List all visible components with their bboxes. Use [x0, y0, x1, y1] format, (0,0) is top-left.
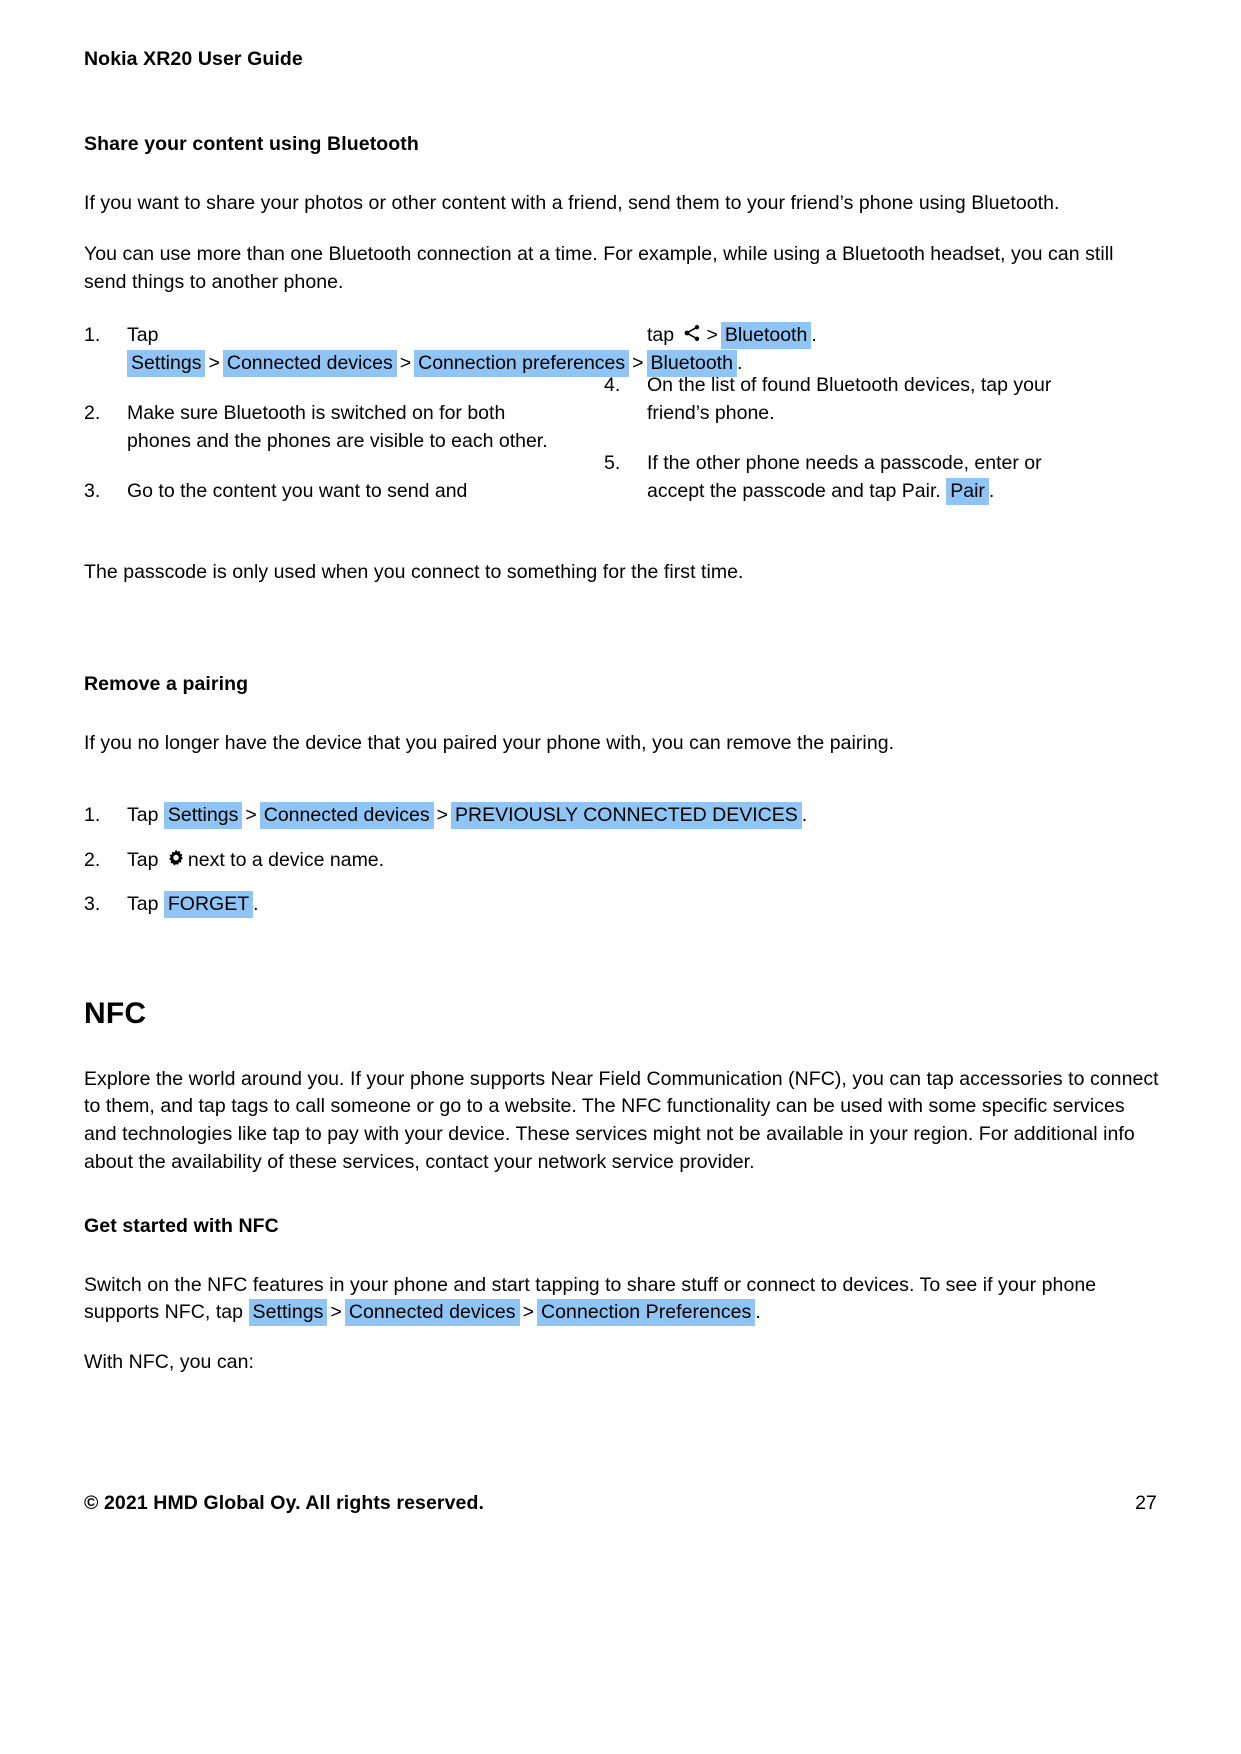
- step-item: 3. Go to the content you want to send and: [84, 477, 554, 505]
- step-number: 2.: [84, 401, 101, 424]
- step-text: next to a device name.: [187, 848, 385, 871]
- ui-chip-settings[interactable]: Settings: [248, 1299, 328, 1327]
- path-separator: >: [399, 351, 412, 374]
- heading-get-started-nfc: Get started with NFC: [84, 1215, 279, 1238]
- step-number: 4.: [604, 373, 621, 396]
- step-suffix: .: [801, 804, 808, 827]
- path-separator: >: [330, 1301, 342, 1324]
- continuation-prefix: tap: [647, 323, 675, 346]
- step-number: 1.: [84, 804, 101, 827]
- paragraph-share-intro-2: You can use more than one Bluetooth conn…: [84, 243, 1114, 294]
- steps-column-right: tap > Bluetooth. 4. On the list of found B…: [604, 321, 1094, 527]
- steps-column-left: 1. Tap Settings > Connected devices > Connect…: [84, 321, 742, 527]
- bluetooth-steps-list-left: 1. Tap Settings > Connected devices > Connect…: [84, 321, 742, 505]
- paragraph-remove-pairing-intro: If you no longer have the device that yo…: [84, 731, 895, 754]
- paragraph-share-intro-1: If you want to share your photos or othe…: [84, 191, 1060, 214]
- step-suffix: .: [988, 480, 995, 503]
- bluetooth-steps-columns: 1. Tap Settings > Connected devices > Connect…: [84, 321, 1094, 551]
- heading-share-bluetooth: Share your content using Bluetooth: [84, 133, 419, 156]
- step-item: 1. Tap Settings > Connected devices > Connect…: [84, 321, 742, 377]
- step-item: 4. On the list of found Bluetooth devices…: [604, 371, 1094, 427]
- ui-chip-connected-devices[interactable]: Connected devices: [344, 1299, 520, 1327]
- step-item: 2. Make sure Bluetooth is switched on for…: [84, 399, 554, 455]
- step-prefix: Tap: [127, 323, 159, 346]
- paragraph-nfc-body: Explore the world around you. If your ph…: [84, 1067, 1159, 1173]
- paragraph-nfc-closing: With NFC, you can:: [84, 1351, 254, 1374]
- paragraph-passcode-note: The passcode is only used when you conne…: [84, 560, 744, 583]
- path-separator: >: [706, 323, 718, 346]
- ui-chip-connected-devices[interactable]: Connected devices: [259, 802, 434, 830]
- gear-icon[interactable]: [166, 848, 186, 868]
- ui-chip-forget[interactable]: FORGET: [163, 890, 254, 918]
- ui-chip-connection-preferences[interactable]: Connection Preferences: [537, 1299, 756, 1327]
- step-number: 2.: [84, 848, 101, 871]
- bluetooth-steps-list-right: 4. On the list of found Bluetooth devices…: [604, 371, 1094, 506]
- path-separator: >: [436, 804, 448, 827]
- share-icon: [682, 323, 702, 343]
- page-content: Nokia XR20 User Guide Share your content…: [84, 47, 1159, 1377]
- footer-copyright: © 2021 HMD Global Oy. All rights reserve…: [84, 1492, 485, 1514]
- step-text: Go to the content you want to send and: [127, 480, 468, 503]
- step-prefix: Tap: [127, 892, 159, 915]
- step-item: 1. Tap Settings > Connected devices > PREVIOU…: [84, 801, 1159, 830]
- step-item: 3. Tap FORGET.: [84, 890, 1159, 918]
- remove-pairing-steps-list: 1. Tap Settings > Connected devices > PREVIOU…: [84, 801, 1159, 918]
- heading-remove-pairing: Remove a pairing: [84, 673, 249, 696]
- step-item: 5. If the other phone needs a passcode, e…: [604, 449, 1094, 506]
- ui-chip-bluetooth[interactable]: Bluetooth: [720, 321, 812, 349]
- step-number: 5.: [604, 451, 621, 474]
- ui-chip-pair[interactable]: Pair: [946, 478, 989, 506]
- step-number: 3.: [84, 480, 101, 503]
- step-continuation-line: tap > Bluetooth.: [604, 321, 1094, 349]
- step-number: 1.: [84, 323, 101, 346]
- step-prefix: Tap: [127, 804, 159, 827]
- ui-chip-settings[interactable]: Settings: [127, 349, 206, 377]
- step-number: 3.: [84, 892, 101, 915]
- step-text: On the list of found Bluetooth devices, …: [647, 373, 1052, 424]
- document-page: Nokia XR20 User Guide Share your content…: [0, 0, 1241, 1754]
- running-head: Nokia XR20 User Guide: [84, 48, 303, 70]
- ui-chip-settings[interactable]: Settings: [163, 802, 243, 830]
- step-item: 2. Tap next to a device name.: [84, 846, 1159, 874]
- ui-chip-previously-connected-devices[interactable]: PREVIOUSLY CONNECTED DEVICES: [450, 802, 802, 830]
- step-suffix: .: [253, 892, 259, 915]
- path-separator: >: [245, 804, 257, 827]
- paragraph-nfc-setup: Switch on the NFC features in your phone…: [84, 1272, 1159, 1327]
- path-separator: >: [208, 351, 220, 374]
- ui-chip-connected-devices[interactable]: Connected devices: [222, 349, 397, 377]
- ui-chip-connection-preferences[interactable]: Connection preferences: [414, 349, 630, 377]
- nfc-setup-suffix: .: [755, 1301, 761, 1324]
- step-text: Make sure Bluetooth is switched on for b…: [127, 401, 548, 452]
- heading-nfc: NFC: [84, 996, 147, 1030]
- step-prefix: Tap: [127, 848, 159, 871]
- page-footer: © 2021 HMD Global Oy. All rights reserve…: [84, 1492, 1157, 1515]
- footer-page-number: 27: [1135, 1492, 1157, 1514]
- path-separator: >: [522, 1301, 535, 1324]
- continuation-suffix: .: [811, 323, 817, 346]
